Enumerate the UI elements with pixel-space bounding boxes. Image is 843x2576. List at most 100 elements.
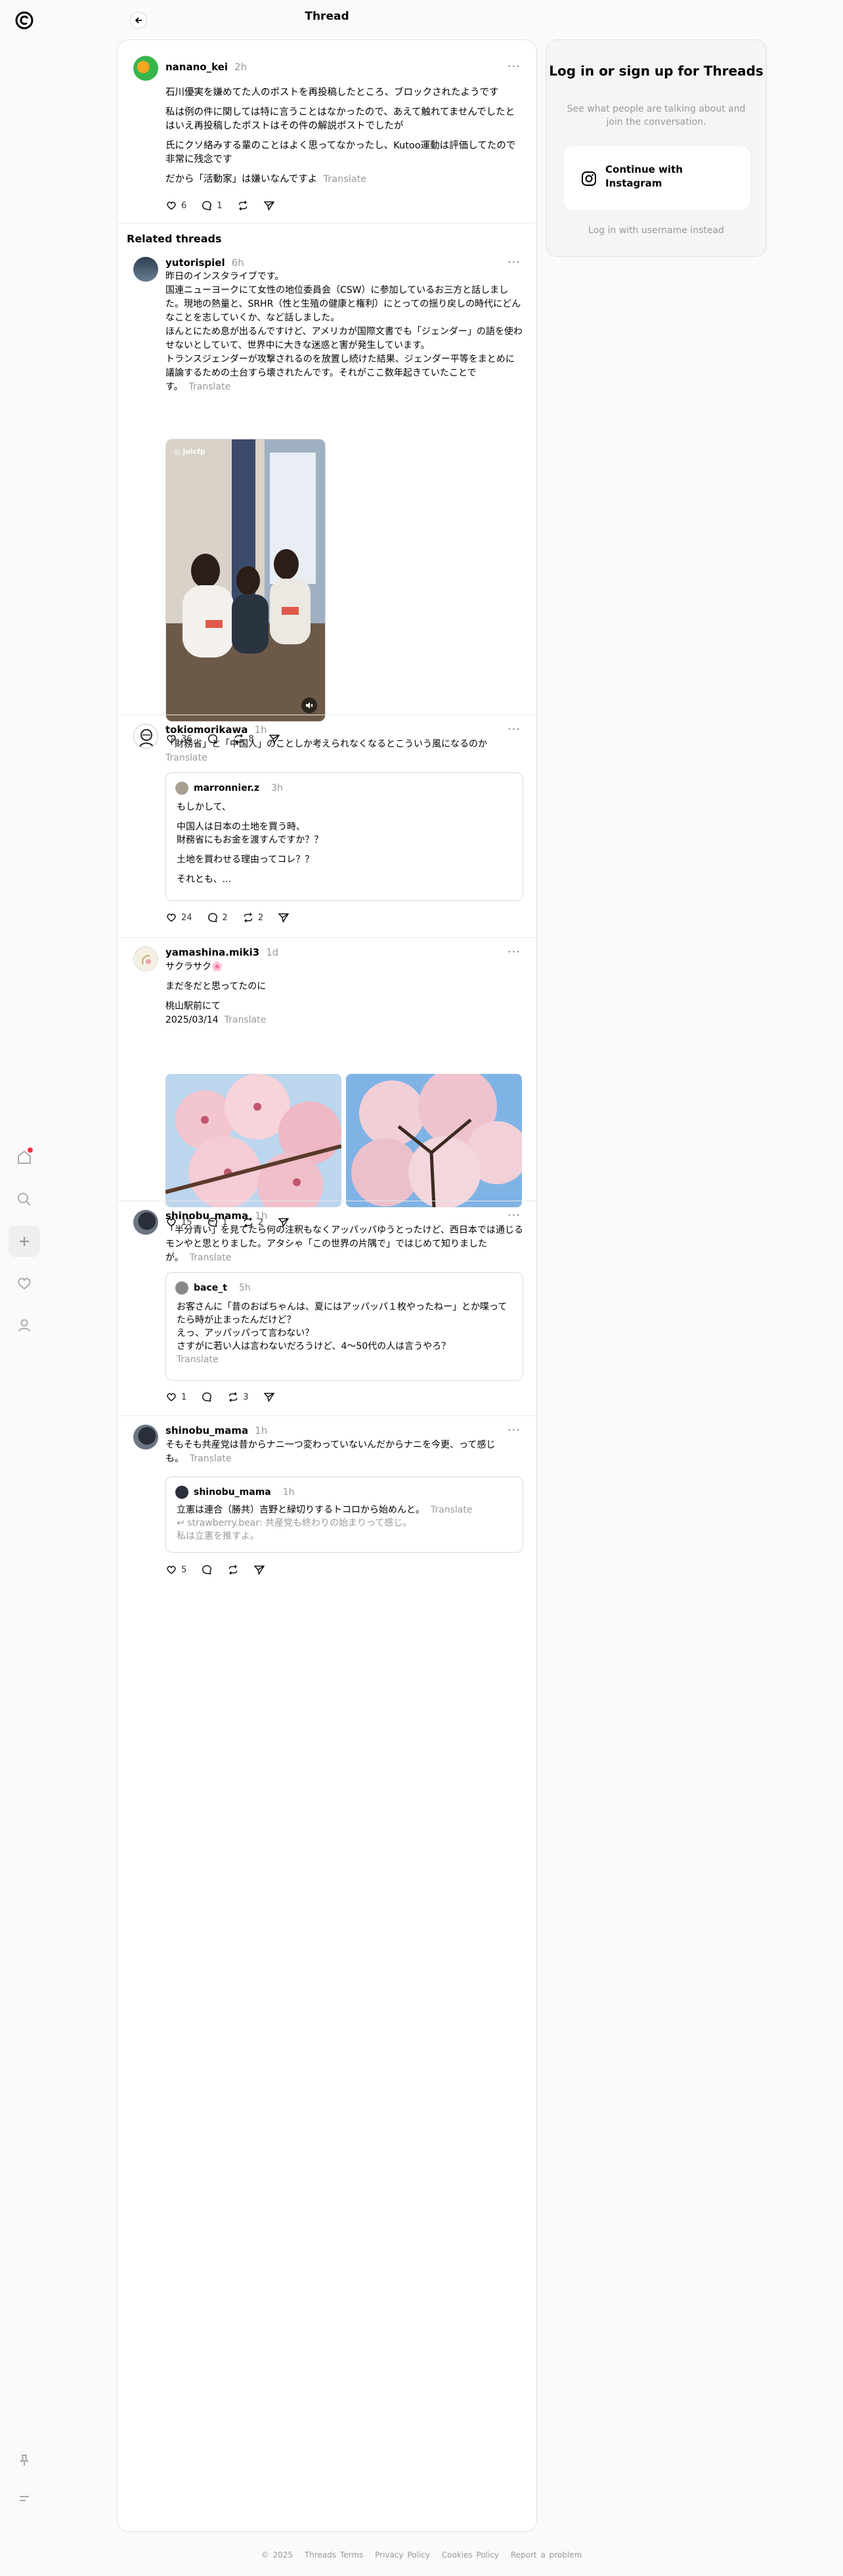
photo[interactable] — [165, 1074, 341, 1207]
login-subtitle: See what people are talking about and jo… — [567, 104, 746, 127]
translate-link[interactable]: Translate — [190, 1253, 232, 1263]
post-text: まだ冬だと思ってたのに — [165, 981, 267, 992]
like-count: 1 — [181, 1392, 187, 1402]
post-paragraph: 石川優実を嫌めてた人のポストを再投稿したところ、ブロックされたようです — [165, 87, 499, 98]
avatar[interactable] — [133, 56, 158, 81]
video-tag: ◎ joicfp — [174, 447, 205, 456]
heart-icon[interactable] — [9, 1268, 40, 1299]
related-post: tokiomorikawa 1h ··· 「財務省」と「中国人」のことしか考えられ… — [118, 715, 538, 937]
footer: © 2025 Threads Terms Privacy Policy Cook… — [0, 2550, 843, 2560]
like-button[interactable]: 5 — [165, 1564, 186, 1576]
reply-button[interactable] — [201, 1391, 213, 1403]
share-button[interactable] — [263, 1391, 275, 1403]
related-post: yamashina.miki3 1d ··· サクラサク🌸 まだ冬だと思ってたのに… — [118, 937, 538, 1228]
avatar[interactable] — [133, 257, 158, 282]
post-body: 「半分青い」を見てたら何の注釈もなくアッパッパゆうとったけど、西日本では通じるモ… — [165, 1224, 523, 1265]
translate-link[interactable]: Translate — [324, 174, 367, 185]
post-username[interactable]: shinobu_mama 1h — [165, 1425, 267, 1436]
like-count: 5 — [181, 1565, 187, 1575]
related-post: yutorispiel 6h ··· 昨日のインスタライブです。 国連ニューヨーク… — [118, 248, 538, 744]
quoted-author: marronnier.z 3h — [175, 782, 283, 795]
report-link[interactable]: Report a problem — [511, 2550, 582, 2560]
reply-preview: ↩ strawberry.bear: 共産党も終わりの始まりって感じ。 — [177, 1518, 412, 1528]
like-button[interactable]: 6 — [165, 200, 186, 211]
privacy-link[interactable]: Privacy Policy — [375, 2550, 430, 2560]
reply-button[interactable] — [201, 1564, 213, 1576]
post-username[interactable]: yutorispiel 6h — [165, 257, 244, 269]
login-title: Log in or sign up for Threads — [549, 63, 764, 79]
comment-icon — [202, 1392, 212, 1402]
copyright: © 2025 — [261, 2550, 293, 2560]
reply-button[interactable]: 1 — [201, 200, 223, 211]
share-button[interactable] — [278, 912, 290, 923]
post-body: そもそも共産党は昔からナニ一つ変わっていないんだからナニを今更、って感じも。 T… — [165, 1438, 523, 1466]
translate-link[interactable]: Translate — [431, 1505, 473, 1515]
repost-icon — [244, 912, 253, 923]
notification-dot — [28, 1147, 33, 1153]
post-username[interactable]: tokiomorikawa 1h — [165, 724, 267, 736]
mute-icon[interactable] — [301, 698, 317, 713]
profile-icon[interactable] — [9, 1310, 40, 1341]
post-actions: 24 2 2 — [165, 912, 290, 923]
like-count: 24 — [181, 912, 192, 923]
thread-card: nanano_kei 2h ··· 石川優実を嫌めてた人のポストを再投稿したところ… — [117, 39, 538, 2532]
more-options-icon[interactable]: ··· — [508, 60, 521, 74]
repost-button[interactable]: 2 — [242, 912, 263, 923]
like-button[interactable]: 1 — [165, 1391, 186, 1403]
menu-icon[interactable] — [9, 2483, 40, 2514]
reply-preview: 私は立憲を推すよ。 — [177, 1531, 259, 1542]
repost-icon — [238, 200, 247, 211]
photo[interactable] — [346, 1074, 522, 1207]
send-icon — [253, 1565, 265, 1575]
video-thumbnail[interactable]: ◎ joicfp — [165, 439, 326, 722]
more-options-icon[interactable]: ··· — [508, 1423, 521, 1437]
more-options-icon[interactable]: ··· — [508, 722, 521, 736]
cookies-link[interactable]: Cookies Policy — [442, 2550, 499, 2560]
post-username[interactable]: shinobu_mama 1h — [165, 1210, 267, 1222]
avatar[interactable] — [133, 1210, 158, 1235]
translate-link[interactable]: Translate — [190, 1454, 232, 1464]
instagram-icon — [580, 170, 597, 187]
post-username[interactable]: nanano_kei 2h — [165, 61, 247, 73]
quoted-post[interactable]: marronnier.z 3h もしかして、 中国人は日本の土地を買う時、 財務省… — [165, 772, 523, 901]
comment-icon — [207, 913, 217, 923]
reply-button[interactable]: 2 — [207, 912, 228, 923]
translate-link[interactable]: Translate — [189, 382, 231, 392]
quoted-post[interactable]: bace_t 5h お客さんに「昔のおばちゃんは、夏にはアッパッパ１枚やったねー」… — [165, 1272, 523, 1381]
like-button[interactable]: 24 — [165, 912, 192, 923]
continue-with-instagram-button[interactable]: Continue with Instagram — [563, 145, 751, 211]
share-button[interactable] — [253, 1564, 265, 1576]
post-username[interactable]: yamashina.miki3 1d — [165, 946, 278, 958]
repost-button[interactable] — [237, 200, 249, 211]
quote-line: えっ、アッパッパって言わない？ — [177, 1328, 314, 1339]
quoted-text: 立憲は連合（勝共）吉野と緑切りするトコロから始めんと。 Translate ↩ … — [177, 1503, 511, 1543]
instagram-button-label: Continue with Instagram — [605, 164, 683, 189]
more-options-icon[interactable]: ··· — [508, 1209, 521, 1222]
avatar[interactable] — [133, 724, 158, 749]
create-icon[interactable] — [9, 1226, 40, 1257]
main-post: nanano_kei 2h ··· 石川優実を嫌めてた人のポストを再投稿したところ… — [118, 40, 538, 223]
more-options-icon[interactable]: ··· — [508, 255, 521, 269]
threads-logo-icon[interactable] — [13, 9, 35, 32]
pin-icon[interactable] — [9, 2445, 40, 2476]
share-button[interactable] — [263, 200, 275, 211]
avatar[interactable] — [133, 946, 158, 971]
repost-button[interactable] — [227, 1564, 239, 1576]
like-count: 6 — [181, 200, 187, 211]
heart-icon — [167, 1393, 176, 1402]
terms-link[interactable]: Threads Terms — [305, 2550, 363, 2560]
quote-line: もしかして、 — [177, 802, 231, 812]
translate-link[interactable]: Translate — [177, 1353, 511, 1366]
search-icon[interactable] — [9, 1184, 40, 1215]
translate-link[interactable]: Translate — [225, 1015, 267, 1025]
more-options-icon[interactable]: ··· — [508, 945, 521, 959]
repost-button[interactable]: 3 — [227, 1391, 249, 1403]
send-icon — [263, 1392, 274, 1402]
avatar[interactable] — [133, 1425, 158, 1450]
quoted-post[interactable]: shinobu_mama 1h 立憲は連合（勝共）吉野と緑切りするトコロから始めん… — [165, 1477, 523, 1553]
home-icon[interactable] — [9, 1142, 40, 1173]
translate-link[interactable]: Translate — [165, 753, 207, 763]
login-username-link[interactable]: Log in with username instead — [546, 225, 766, 236]
send-icon — [278, 913, 290, 923]
post-actions: 5 — [165, 1564, 265, 1576]
